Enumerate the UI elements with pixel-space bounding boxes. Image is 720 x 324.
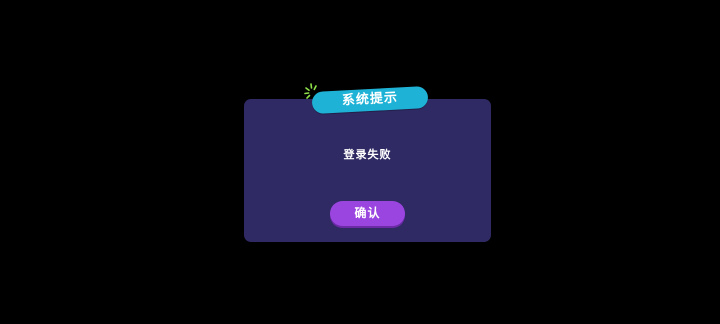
confirm-button[interactable]: 确认	[330, 201, 405, 226]
dialog-message: 登录失败	[343, 148, 392, 161]
screen: 系统提示 登录失败 确认	[0, 0, 720, 324]
